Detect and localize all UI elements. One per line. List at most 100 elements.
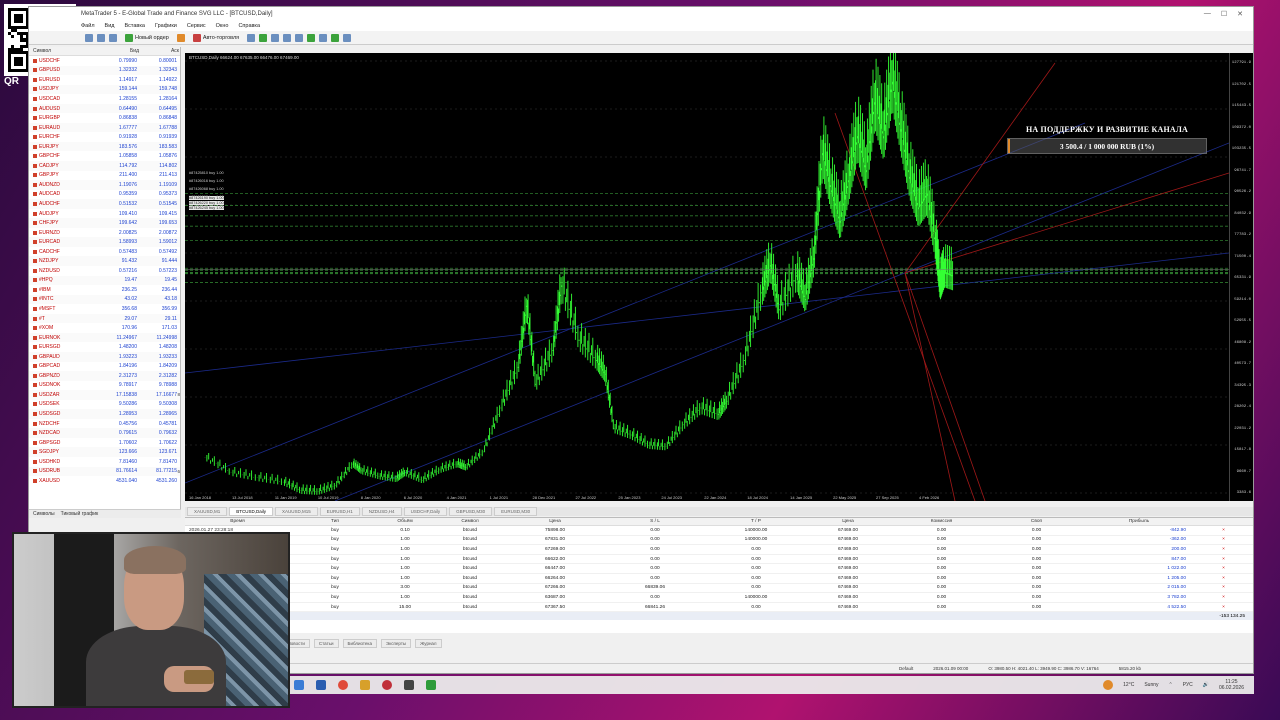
clock[interactable]: 11:25 06.02.2026: [1219, 679, 1244, 691]
trade-row[interactable]: 2026.01.27 23:28:18 buy 0.10 btcusd 75898.00…: [185, 526, 1253, 536]
mw-col-ask[interactable]: Аск: [139, 48, 179, 54]
terminal-tab[interactable]: Статьи: [313, 638, 339, 648]
tab-symbols[interactable]: Символы: [33, 511, 55, 517]
maximize-icon[interactable]: ☐: [1221, 10, 1227, 18]
market-watch-row[interactable]: SGDJPY 123.666 123.6715: [29, 447, 180, 457]
market-watch-row[interactable]: EURAUD 1.67777 1.6778811: [29, 122, 180, 133]
chrome-icon[interactable]: [338, 680, 348, 690]
chart-tab[interactable]: GBPUSD,M30: [449, 507, 493, 516]
zoom-out-icon[interactable]: [295, 33, 304, 42]
close-position-icon[interactable]: ×: [1194, 605, 1253, 610]
terminal-tab[interactable]: Эксперты: [380, 638, 412, 648]
weather-icon[interactable]: [1103, 680, 1114, 690]
trade-col-header[interactable]: Объём: [380, 519, 430, 524]
chevron-up-icon[interactable]: ⌃: [1169, 682, 1173, 688]
order-line-label[interactable]: #87426245 buy 1.00: [189, 206, 224, 210]
market-watch-row[interactable]: GBPJPY 211.400 211.41313: [29, 171, 180, 181]
market-watch-row[interactable]: AUDJPY 109.410 109.4155: [29, 209, 180, 219]
trade-col-header[interactable]: Своп: [989, 519, 1084, 524]
minimize-icon[interactable]: —: [1204, 10, 1211, 18]
telegram-icon[interactable]: [316, 680, 326, 690]
trade-row[interactable]: 2026.02.06 00:34:54buy1.00btcusd63687.00…: [185, 593, 1253, 603]
chart-tab[interactable]: EURUSD,M30: [494, 507, 538, 516]
menu-file[interactable]: Файл: [81, 23, 95, 29]
market-watch-row[interactable]: #MSFT 356.68 356.9931: [29, 304, 180, 314]
market-watch-row[interactable]: #HPQ 19.47 19.452: [29, 275, 180, 286]
market-watch-row[interactable]: XAUUSD 4531.040 4531.26022: [29, 476, 180, 486]
close-position-icon[interactable]: ×: [1194, 585, 1253, 590]
terminal-tab[interactable]: Журнал: [415, 638, 442, 648]
order-line-label[interactable]: #87426016 buy 1.00: [189, 179, 224, 183]
yandex-icon[interactable]: [360, 680, 370, 690]
trade-row[interactable]: 2026.02.03 05:03:41buy1.00btcusd67269.00…: [185, 545, 1253, 555]
metaeditor-icon[interactable]: [176, 33, 185, 42]
market-watch-icon[interactable]: [109, 33, 117, 42]
indicators-icon[interactable]: [319, 33, 328, 42]
market-watch-row[interactable]: USDCAD 1.28155 1.281649: [29, 94, 180, 104]
menu-window[interactable]: Окно: [216, 23, 229, 29]
chart-tab[interactable]: EURUSD,H1: [319, 507, 360, 516]
market-watch-row[interactable]: USDSGD 1.28953 1.2896512: [29, 409, 180, 419]
order-line-label[interactable]: #87426220 buy 1.00: [189, 201, 224, 205]
market-watch-row[interactable]: EURSGD 1.48200 1.482088: [29, 342, 180, 352]
trade-row[interactable]: 2026.02.01 22:50:54buy1.00btcusd67831.00…: [185, 536, 1253, 546]
chart-tab[interactable]: XAUUSD,M15: [275, 507, 318, 516]
market-watch-row[interactable]: EURJPY 183.576 183.5837: [29, 141, 180, 152]
market-watch-row[interactable]: EURUSD 1.14917 1.149225: [29, 75, 180, 85]
market-watch-row[interactable]: EURCAD 1.58993 1.5901219: [29, 237, 180, 247]
trade-col-header[interactable]: T / P: [710, 519, 802, 524]
trade-col-header[interactable]: Тип: [290, 519, 380, 524]
trade-col-header[interactable]: Цена: [510, 519, 600, 524]
periods-icon[interactable]: [331, 33, 340, 42]
new-order-button[interactable]: Новый ордер: [121, 32, 173, 44]
market-watch-row[interactable]: GBPNZD 2.31273 2.312829: [29, 371, 180, 381]
market-watch-row[interactable]: USDRUB 81.76614 81.77215601: [29, 466, 180, 477]
tile-windows-icon[interactable]: [307, 33, 316, 42]
file-explorer-icon[interactable]: [294, 680, 304, 690]
menu-help[interactable]: Справка: [238, 23, 260, 29]
market-watch-row[interactable]: GBPCHF 1.05858 1.0587618: [29, 151, 180, 161]
trade-row[interactable]: 2026.02.06 09:37:03buy15.00btcusd67367.5…: [185, 603, 1253, 613]
market-watch-row[interactable]: EURNOK 11.24967 11.2499831: [29, 332, 180, 343]
chart-tab[interactable]: NZDUSD,H4: [361, 507, 402, 516]
trade-col-header[interactable]: S / L: [600, 519, 710, 524]
market-watch-row[interactable]: NZDCAD 0.79615 0.7963217: [29, 428, 180, 438]
market-watch-row[interactable]: #IBM 236.25 236.4419: [29, 285, 180, 295]
market-watch-row[interactable]: USDCHF 0.79990 0.800011: [29, 56, 180, 66]
trade-col-header[interactable]: Время: [185, 519, 290, 524]
market-watch-row[interactable]: GBPUSD 1.32332 1.323431: [29, 65, 180, 76]
chart-tab[interactable]: XAUUSD,M1: [187, 507, 228, 516]
trade-row[interactable]: 2026.02.05 10:38:49buy1.00btcusd66264.00…: [185, 574, 1253, 584]
bar-chart-icon[interactable]: [247, 33, 256, 42]
new-chart-icon[interactable]: [85, 33, 93, 42]
price-chart[interactable]: BTCUSD,Daily 66624.00 67635.00 66476.00 …: [185, 53, 1229, 501]
market-watch-row[interactable]: GBPCAD 1.84196 1.8420913: [29, 362, 180, 372]
app-icon[interactable]: [404, 680, 414, 690]
templates-icon[interactable]: [343, 33, 352, 42]
market-watch-row[interactable]: EURGBP 0.86838 0.868486: [29, 113, 180, 123]
close-position-icon[interactable]: ×: [1194, 576, 1253, 581]
profiles-icon[interactable]: [97, 33, 105, 42]
chart-tab[interactable]: BTCUSD,Daily: [229, 507, 274, 516]
trade-col-header[interactable]: Прибыль: [1084, 519, 1194, 524]
trade-col-header[interactable]: Комиссия: [894, 519, 989, 524]
record-icon[interactable]: [382, 680, 392, 690]
market-watch-row[interactable]: NZDJPY 91.432 91.44412: [29, 256, 180, 267]
line-chart-icon[interactable]: [271, 33, 280, 42]
market-watch-row[interactable]: USDZAR 17.15838 17.16677839: [29, 390, 180, 400]
market-watch-row[interactable]: GBPAUD 1.93223 1.9323310: [29, 351, 180, 362]
market-watch-row[interactable]: GBPSGD 1.70602 1.7062220: [29, 438, 180, 448]
language-indicator[interactable]: РУС: [1183, 682, 1193, 688]
close-icon[interactable]: ✕: [1237, 10, 1243, 18]
market-watch-row[interactable]: CHFJPY 199.642 199.65311: [29, 218, 180, 228]
volume-icon[interactable]: 🔊: [1203, 682, 1209, 688]
close-position-icon[interactable]: ×: [1194, 566, 1253, 571]
market-watch-row[interactable]: EURCHF 0.91928 0.919396: [29, 132, 180, 142]
mw-col-symbol[interactable]: Символ: [33, 48, 93, 54]
close-position-icon[interactable]: ×: [1194, 595, 1253, 600]
menu-tools[interactable]: Сервис: [187, 23, 206, 29]
market-watch-row[interactable]: USDSEK 9.50286 9.5030822: [29, 400, 180, 410]
close-position-icon[interactable]: ×: [1194, 528, 1253, 533]
chart-tab[interactable]: USDCHF,Daily: [403, 507, 448, 516]
trade-col-header[interactable]: Символ: [430, 519, 510, 524]
